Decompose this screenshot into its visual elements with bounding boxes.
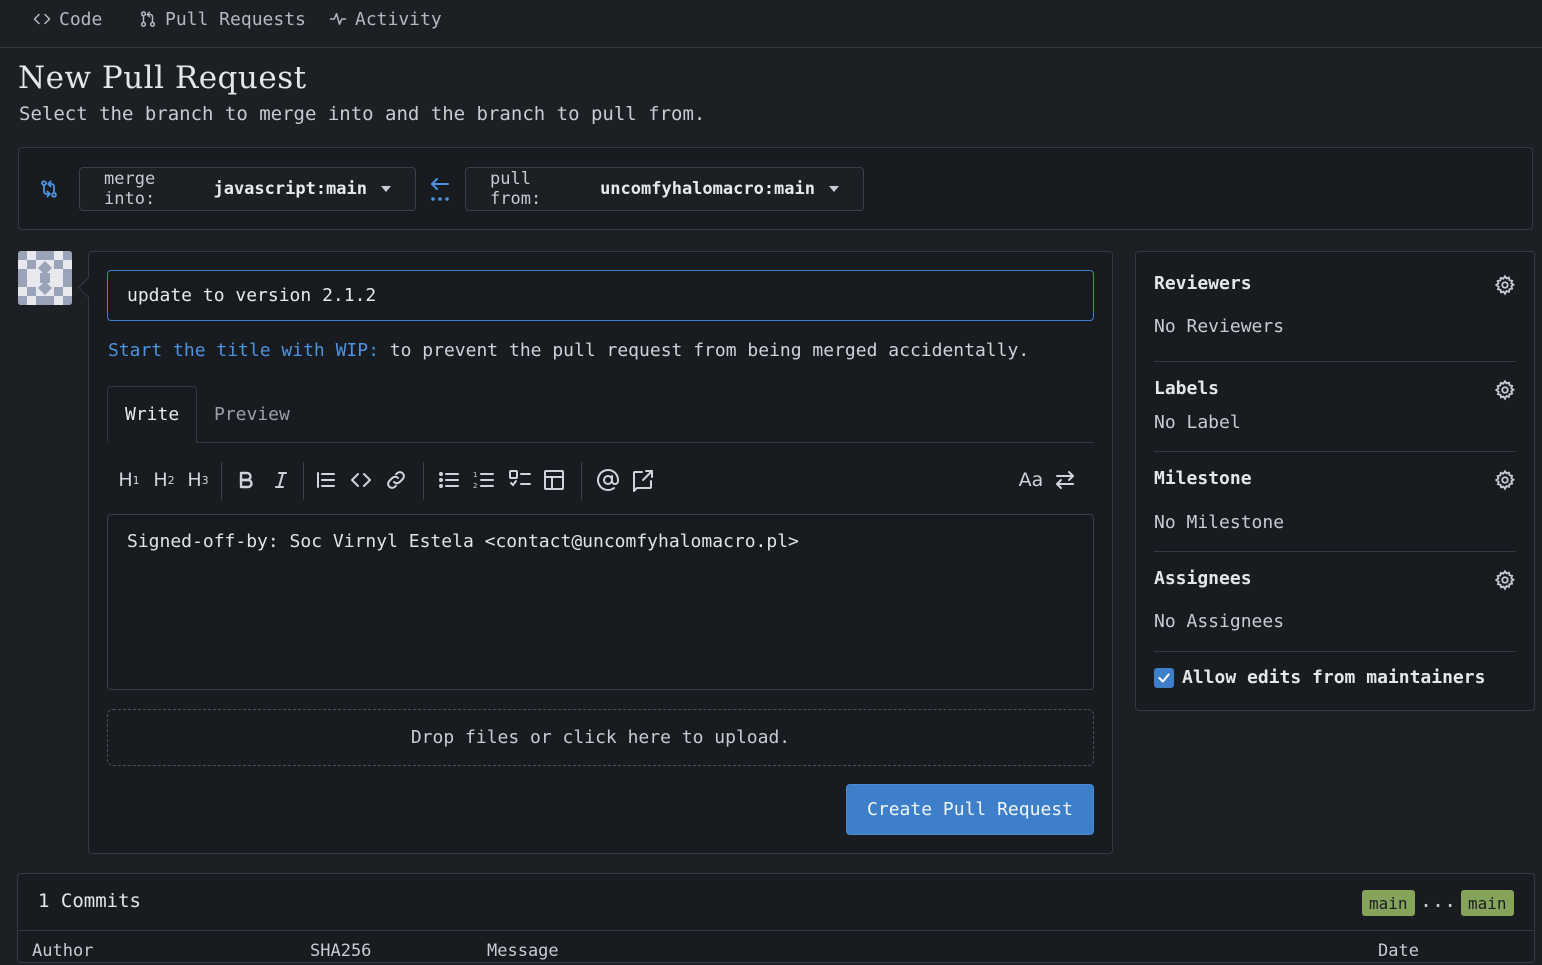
compare-icon [39, 179, 59, 199]
branch-selector-bar: merge into: javascript:main pull from: u… [18, 147, 1533, 230]
wip-hint-link[interactable]: Start the title with WIP: [108, 340, 379, 361]
heading-1-button[interactable]: H1 [114, 465, 144, 495]
quote-button[interactable] [311, 465, 341, 495]
merge-into-dropdown[interactable]: merge into: javascript:main [79, 167, 416, 211]
base-branch-tag: main [1362, 890, 1415, 916]
code-button[interactable] [346, 465, 376, 495]
pull-request-form: Start the title with WIP: to prevent the… [77, 251, 1113, 854]
tab-write[interactable]: Write [107, 386, 198, 443]
description-textarea[interactable]: Signed-off-by: Soc Virnyl Estela <contac… [107, 514, 1094, 690]
assignees-value: No Assignees [1154, 611, 1285, 632]
reviewers-heading: Reviewers [1154, 273, 1252, 294]
unordered-list-button[interactable] [434, 465, 464, 495]
wip-hint: Start the title with WIP: to prevent the… [108, 340, 1029, 361]
pulse-icon [329, 10, 347, 28]
switch-editor-button[interactable] [1050, 465, 1080, 495]
tab-label: Code [59, 8, 103, 30]
assignees-heading: Assignees [1154, 568, 1252, 589]
tab-activity[interactable]: Activity [329, 4, 442, 34]
merge-into-branch: javascript:main [213, 179, 367, 199]
tab-preview[interactable]: Preview [197, 386, 307, 442]
git-pull-request-icon [139, 10, 157, 28]
labels-gear-icon[interactable] [1494, 379, 1516, 401]
repo-tabs: Code Pull Requests Activity [0, 0, 1542, 48]
page-subtitle: Select the branch to merge into and the … [19, 103, 706, 125]
commits-panel: 1 Commits main ... main Author SHA256 Me… [17, 873, 1535, 963]
cross-reference-button[interactable] [628, 465, 658, 495]
head-branch-tag: main [1461, 890, 1514, 916]
title-input[interactable] [107, 270, 1094, 321]
code-icon [33, 10, 51, 28]
column-author: Author [32, 941, 94, 961]
page-title: New Pull Request [18, 60, 307, 96]
task-list-button[interactable] [505, 465, 535, 495]
editor-tabs: Write Preview [107, 386, 1094, 443]
ordered-list-button[interactable]: 12 [469, 465, 499, 495]
comment-pointer [77, 276, 100, 299]
pull-from-branch: uncomfyhalomacro:main [600, 179, 815, 199]
allow-edits-checkbox[interactable] [1154, 668, 1174, 688]
reviewers-value: No Reviewers [1154, 316, 1285, 337]
checkmark-icon [1158, 673, 1170, 683]
tab-label: Pull Requests [165, 8, 306, 30]
arrow-left-icon [429, 176, 451, 204]
pr-sidebar: Reviewers No Reviewers Labels No Label M… [1135, 251, 1535, 711]
create-pull-request-button[interactable]: Create Pull Request [846, 784, 1094, 835]
merge-into-prefix: merge into: [104, 169, 156, 209]
milestone-heading: Milestone [1154, 468, 1252, 489]
file-dropzone[interactable]: Drop files or click here to upload. [107, 709, 1094, 766]
table-button[interactable] [539, 465, 569, 495]
monospace-toggle-button[interactable]: Aa [1015, 465, 1047, 495]
heading-2-button[interactable]: H2 [149, 465, 179, 495]
column-message: Message [487, 941, 559, 961]
branch-separator: ... [1420, 888, 1457, 912]
labels-heading: Labels [1154, 378, 1220, 399]
allow-edits-label[interactable]: Allow edits from maintainers [1182, 667, 1485, 688]
commits-count: 1 Commits [38, 890, 141, 912]
mention-button[interactable] [593, 465, 623, 495]
column-date: Date [1378, 941, 1419, 961]
markdown-toolbar: H1 H2 H3 12 Aa [107, 460, 1094, 500]
reviewers-gear-icon[interactable] [1494, 274, 1516, 296]
tab-label: Activity [355, 8, 442, 30]
tab-pull-requests[interactable]: Pull Requests [139, 4, 306, 34]
svg-text:2: 2 [473, 482, 477, 490]
svg-text:1: 1 [473, 471, 477, 479]
chevron-down-icon [381, 186, 391, 192]
avatar [18, 251, 72, 305]
link-button[interactable] [381, 465, 411, 495]
column-sha: SHA256 [310, 941, 372, 961]
bold-button[interactable] [231, 465, 261, 495]
milestone-value: No Milestone [1154, 512, 1285, 533]
heading-3-button[interactable]: H3 [183, 465, 213, 495]
chevron-down-icon [829, 186, 839, 192]
pull-from-dropdown[interactable]: pull from: uncomfyhalomacro:main [465, 167, 864, 211]
pull-from-prefix: pull from: [490, 169, 542, 209]
tab-code[interactable]: Code [33, 4, 102, 34]
milestone-gear-icon[interactable] [1494, 469, 1516, 491]
labels-value: No Label [1154, 412, 1241, 433]
assignees-gear-icon[interactable] [1494, 569, 1516, 591]
wip-hint-text: to prevent the pull request from being m… [378, 340, 1030, 361]
italic-button[interactable] [266, 465, 296, 495]
commits-table-header: Author SHA256 Message Date [18, 930, 1534, 965]
